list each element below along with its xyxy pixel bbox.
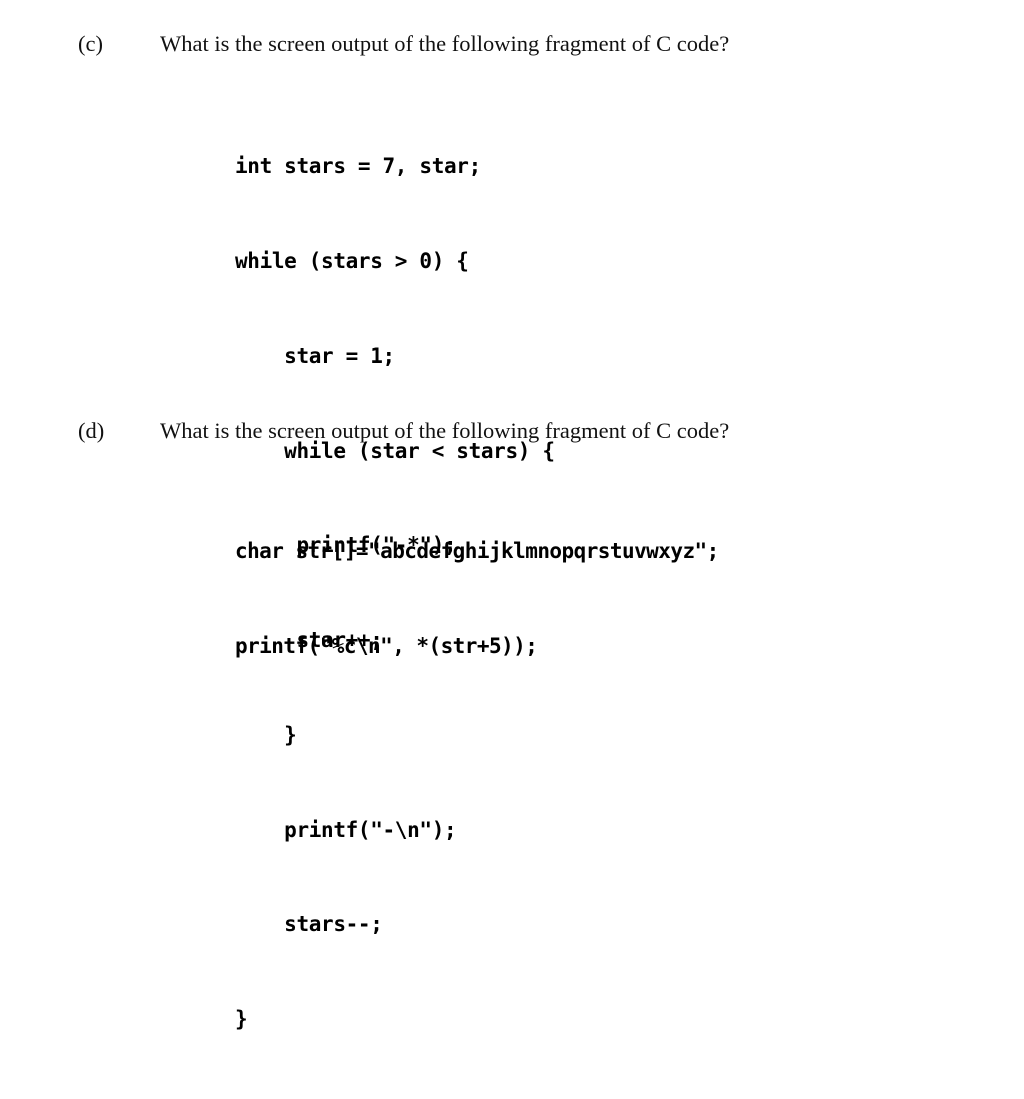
code-block-d: char str[]="abcdefghijklmnopqrstuvwxyz";…: [235, 473, 719, 726]
code-line: }: [235, 1007, 248, 1032]
question-d-heading: (d) What is the screen output of the fol…: [78, 418, 729, 444]
question-c-label: (c): [78, 31, 103, 56]
code-line: printf("%c\n", *(str+5));: [235, 633, 538, 658]
question-c-heading: (c) What is the screen output of the fol…: [78, 31, 729, 57]
code-line: printf("-\n");: [235, 817, 457, 842]
code-line: int stars = 7, star;: [235, 154, 481, 179]
code-line: star = 1;: [235, 343, 395, 368]
document-page: (c) What is the screen output of the fol…: [0, 0, 1024, 1031]
code-line: while (stars > 0) {: [235, 248, 469, 273]
question-d-label: (d): [78, 418, 105, 443]
question-c-prompt: What is the screen output of the followi…: [160, 31, 730, 56]
code-line: char str[]="abcdefghijklmnopqrstuvwxyz";: [235, 539, 719, 564]
question-d-prompt: What is the screen output of the followi…: [160, 418, 730, 443]
code-line: stars--;: [235, 912, 383, 937]
